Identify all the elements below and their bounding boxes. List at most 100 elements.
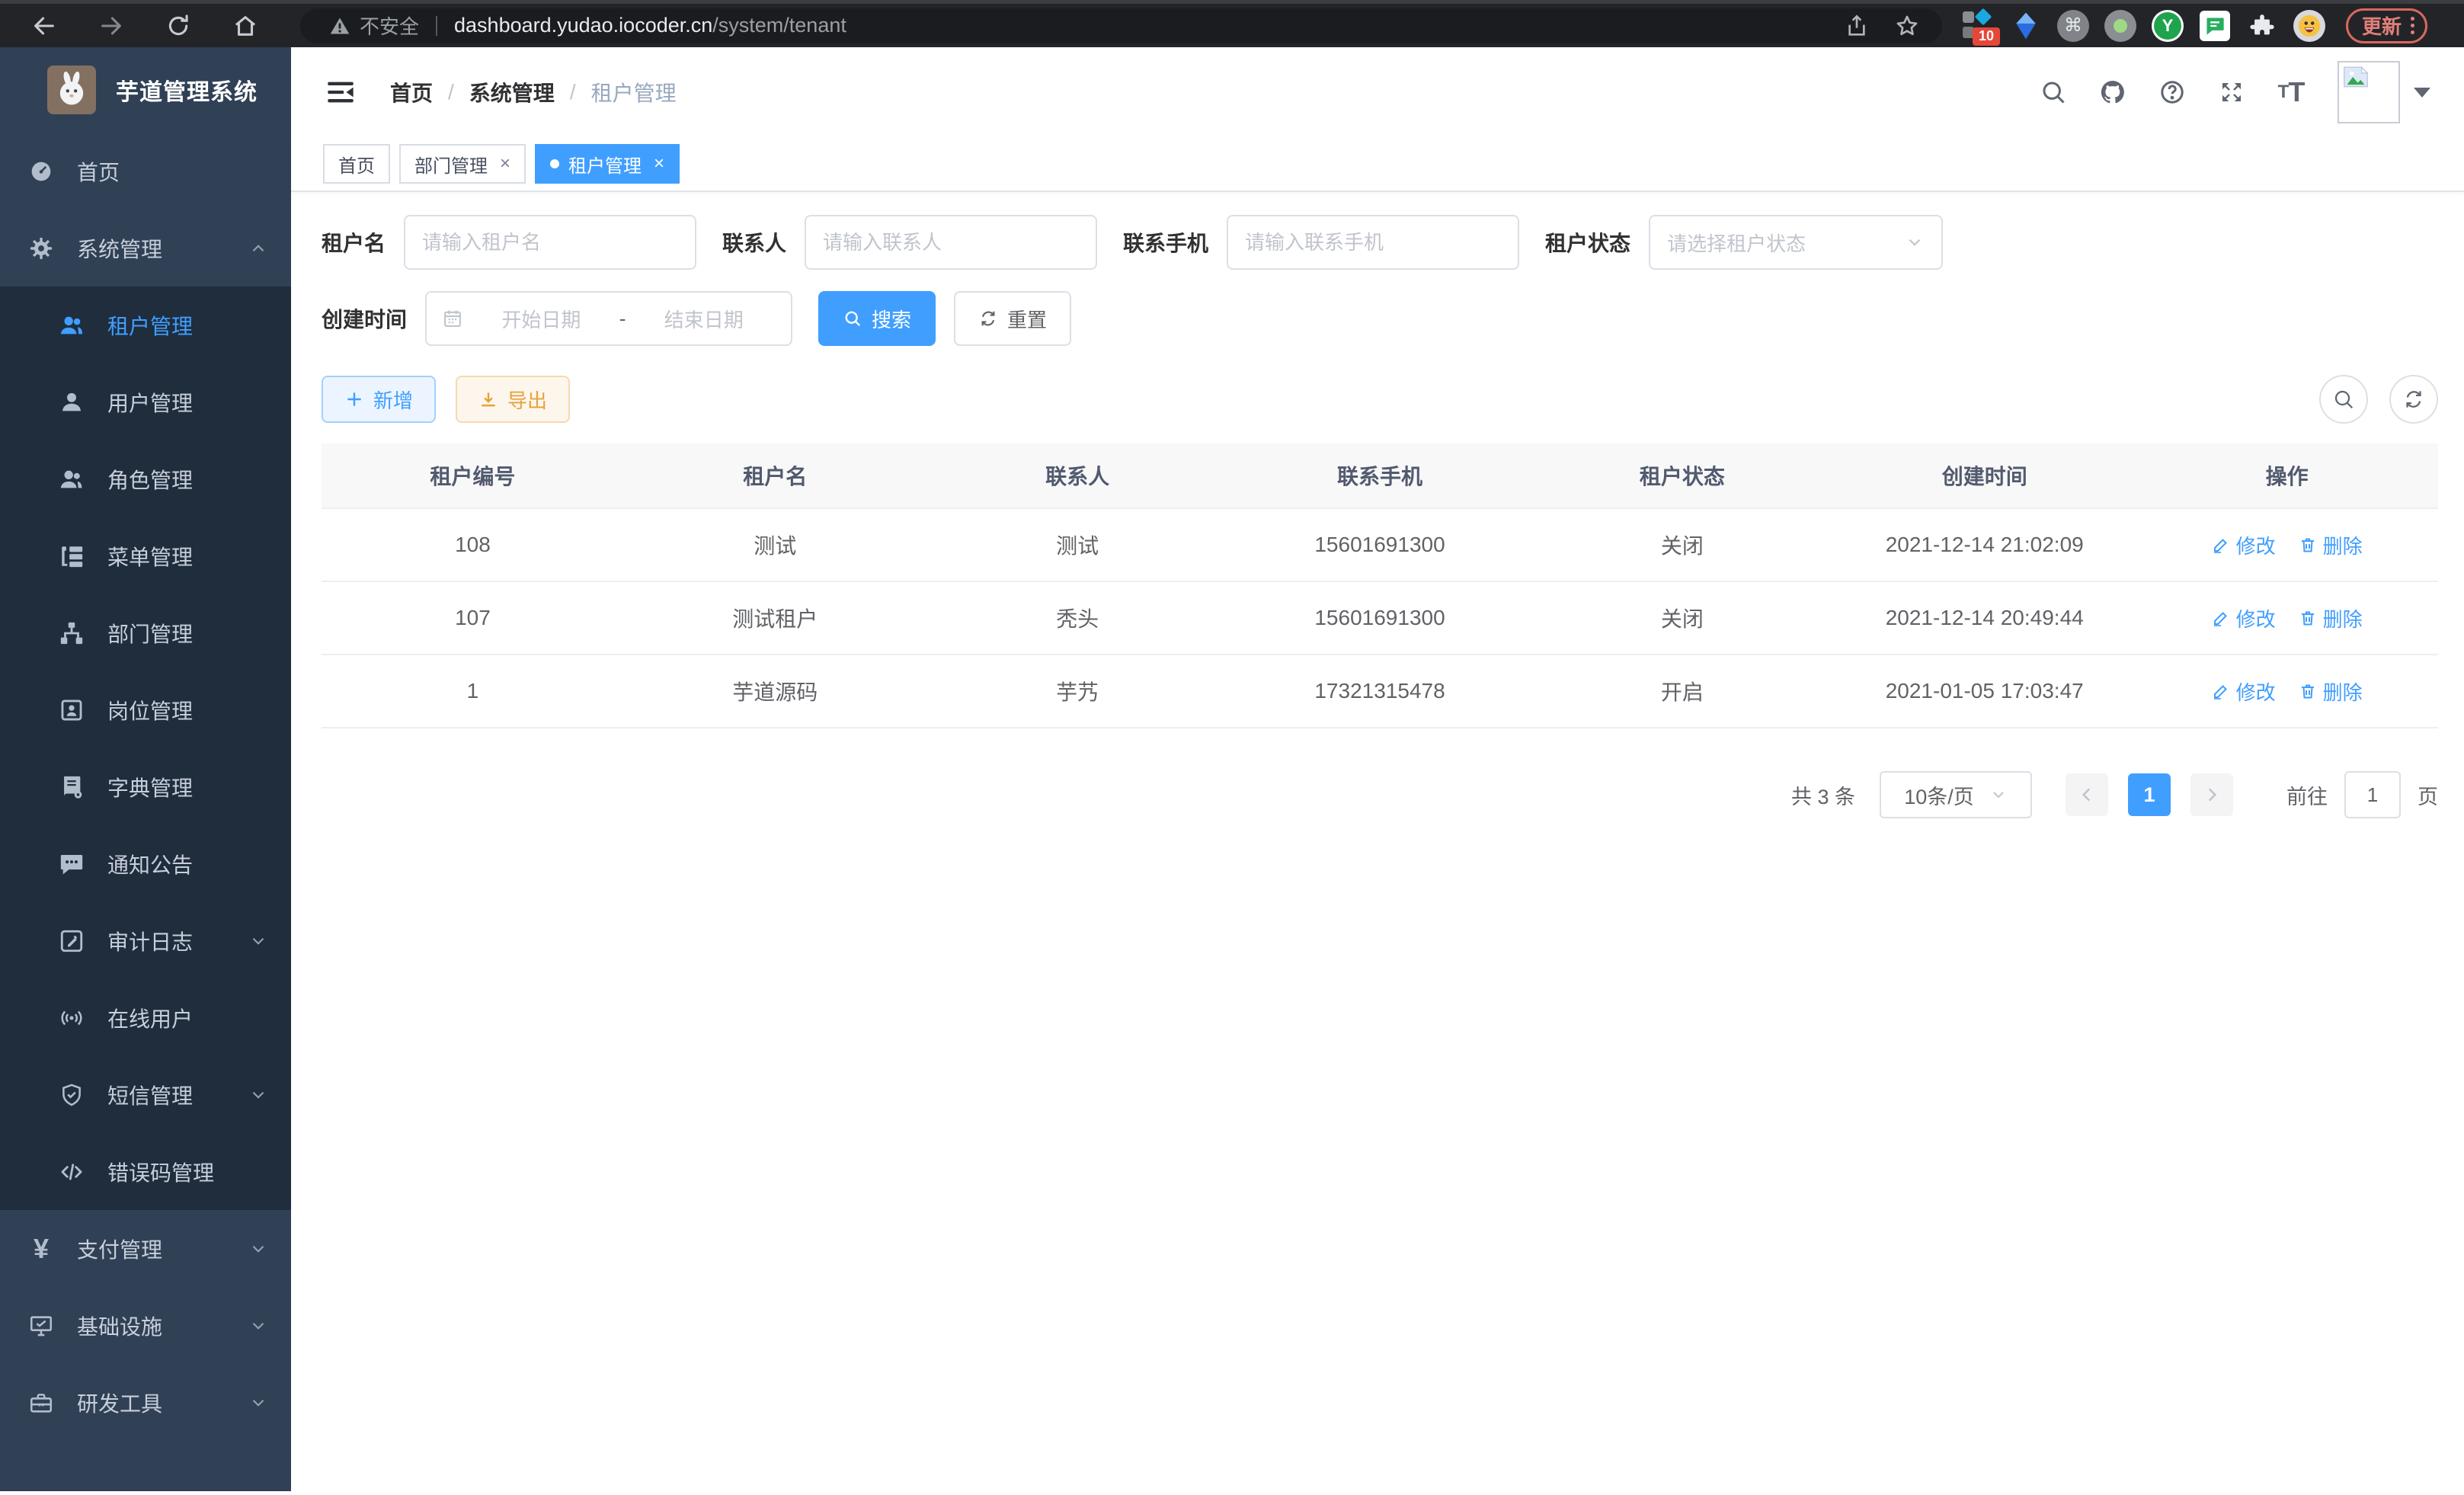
tab-dept[interactable]: 部门管理 × (399, 144, 526, 184)
browser-forward-button[interactable] (90, 6, 133, 46)
sidebar-item-error-code[interactable]: 错误码管理 (0, 1133, 291, 1210)
export-button[interactable]: 导出 (456, 376, 570, 423)
browser-back-button[interactable] (23, 6, 66, 46)
navbar: 首页 / 系统管理 / 租户管理 (291, 47, 2464, 137)
sidebar-item-system[interactable]: 系统管理 (0, 210, 291, 287)
help-button[interactable] (2156, 76, 2188, 108)
browser-profile-avatar[interactable] (2293, 9, 2326, 43)
tab-home[interactable]: 首页 (323, 144, 390, 184)
sidebar-item-audit-log[interactable]: 审计日志 (0, 902, 291, 979)
cell-id: 107 (322, 606, 624, 630)
status-label: 租户状态 (1545, 227, 1630, 258)
extension-tampermonkey[interactable]: 10 (1962, 9, 1995, 43)
sidebar-item-dev-tools[interactable]: 研发工具 (0, 1364, 291, 1441)
status-select[interactable]: 请选择租户状态 (1649, 215, 1943, 270)
browser-update-button[interactable]: 更新 (2346, 8, 2427, 43)
date-range-picker[interactable]: 开始日期 - 结束日期 (425, 291, 792, 346)
avatar[interactable] (2338, 61, 2400, 123)
caret-down-icon[interactable] (2414, 88, 2430, 98)
show-search-button[interactable] (2319, 375, 2368, 424)
browser-reload-button[interactable] (157, 6, 200, 46)
edit-square-icon (56, 925, 88, 957)
extensions-puzzle-button[interactable] (2245, 9, 2279, 43)
sidebar-item-pay[interactable]: ¥ 支付管理 (0, 1210, 291, 1287)
sidebar-item-sms[interactable]: 短信管理 (0, 1056, 291, 1133)
sidebar-item-tenant[interactable]: 租户管理 (0, 287, 291, 363)
breadcrumb-home[interactable]: 首页 (390, 77, 433, 107)
sidebar-item-home[interactable]: 首页 (0, 133, 291, 210)
chevron-down-icon (248, 1239, 268, 1259)
search-button[interactable]: 搜索 (818, 291, 936, 346)
screen: 不安全 dashboard.yudao.iocoder.cn/system/te… (0, 0, 2464, 1495)
sidebar-item-label: 在线用户 (107, 1003, 193, 1033)
security-status[interactable]: 不安全 (329, 11, 419, 40)
prev-page-button[interactable] (2066, 773, 2108, 816)
main: 首页 / 系统管理 / 租户管理 (291, 47, 2464, 1491)
delete-link[interactable]: 删除 (2299, 531, 2363, 559)
hamburger-icon (325, 77, 356, 107)
edit-icon (2212, 536, 2230, 554)
filter-row-1: 租户名 联系人 联系手机 租户状态 请选择租户状态 (322, 215, 2438, 270)
sidebar-item-label: 通知公告 (107, 849, 193, 879)
col-header-actions: 操作 (2136, 460, 2438, 491)
chevron-down-icon (248, 1316, 268, 1336)
extensions-row: 10 ⌘ Y (1962, 9, 2326, 43)
url-text: dashboard.yudao.iocoder.cn/system/tenant (454, 14, 846, 37)
mobile-input[interactable] (1227, 215, 1519, 270)
close-icon[interactable]: × (654, 155, 664, 173)
browser-home-button[interactable] (224, 6, 267, 46)
cell-created: 2021-12-14 21:02:09 (1833, 533, 2136, 557)
cell-id: 108 (322, 533, 624, 557)
breadcrumb-system[interactable]: 系统管理 (469, 77, 555, 107)
sidebar-item-role[interactable]: 角色管理 (0, 440, 291, 517)
sidebar-toggle-button[interactable] (323, 75, 358, 110)
col-header-status: 租户状态 (1531, 460, 1833, 491)
extension-command[interactable]: ⌘ (2056, 9, 2090, 43)
sidebar-item-user[interactable]: 用户管理 (0, 363, 291, 440)
sidebar-item-online-users[interactable]: 在线用户 (0, 979, 291, 1056)
header-search-button[interactable] (2037, 76, 2069, 108)
next-page-button[interactable] (2190, 773, 2233, 816)
address-bar[interactable]: 不安全 dashboard.yudao.iocoder.cn/system/te… (300, 8, 1942, 43)
extension-kite[interactable] (2009, 9, 2043, 43)
sidebar-logo-row[interactable]: 芋道管理系统 (0, 47, 291, 133)
share-button[interactable] (1845, 14, 1869, 38)
sidebar-item-dict[interactable]: 字典管理 (0, 748, 291, 825)
warning-icon (329, 15, 350, 37)
sidebar-item-infra[interactable]: 基础设施 (0, 1287, 291, 1364)
sidebar-item-post[interactable]: 岗位管理 (0, 671, 291, 748)
extension-chat[interactable] (2198, 9, 2232, 43)
chevron-right-icon (2202, 785, 2222, 805)
edit-link[interactable]: 修改 (2212, 604, 2276, 632)
page-number-current[interactable]: 1 (2128, 773, 2171, 816)
refresh-table-button[interactable] (2389, 375, 2438, 424)
edit-icon (2212, 682, 2230, 700)
font-size-button[interactable]: TT (2275, 76, 2307, 108)
sidebar-item-menu[interactable]: 菜单管理 (0, 517, 291, 594)
sidebar-item-label: 用户管理 (107, 387, 193, 418)
extension-y-green[interactable]: Y (2151, 9, 2184, 43)
sidebar-item-label: 岗位管理 (107, 695, 193, 725)
browser-menu-icon[interactable] (2411, 17, 2414, 34)
page-size-select[interactable]: 10条/页 (1880, 771, 2032, 818)
fullscreen-button[interactable] (2216, 76, 2248, 108)
sidebar-item-dept[interactable]: 部门管理 (0, 594, 291, 671)
goto-page-input[interactable] (2344, 771, 2401, 818)
broken-image-icon (2343, 66, 2369, 88)
tab-tenant[interactable]: 租户管理 × (535, 144, 680, 184)
github-link[interactable] (2097, 76, 2129, 108)
add-button[interactable]: 新增 (322, 376, 436, 423)
close-icon[interactable]: × (500, 155, 510, 173)
calendar-icon (442, 308, 463, 329)
contact-input[interactable] (805, 215, 1097, 270)
user-menu[interactable] (2338, 61, 2430, 123)
edit-link[interactable]: 修改 (2212, 531, 2276, 559)
extension-recorder[interactable] (2104, 9, 2137, 43)
delete-link[interactable]: 删除 (2299, 604, 2363, 632)
delete-link[interactable]: 删除 (2299, 677, 2363, 706)
sidebar-item-notice[interactable]: 通知公告 (0, 825, 291, 902)
reset-button[interactable]: 重置 (954, 291, 1071, 346)
tenant-name-input[interactable] (404, 215, 696, 270)
edit-link[interactable]: 修改 (2212, 677, 2276, 706)
bookmark-button[interactable] (1895, 14, 1919, 38)
